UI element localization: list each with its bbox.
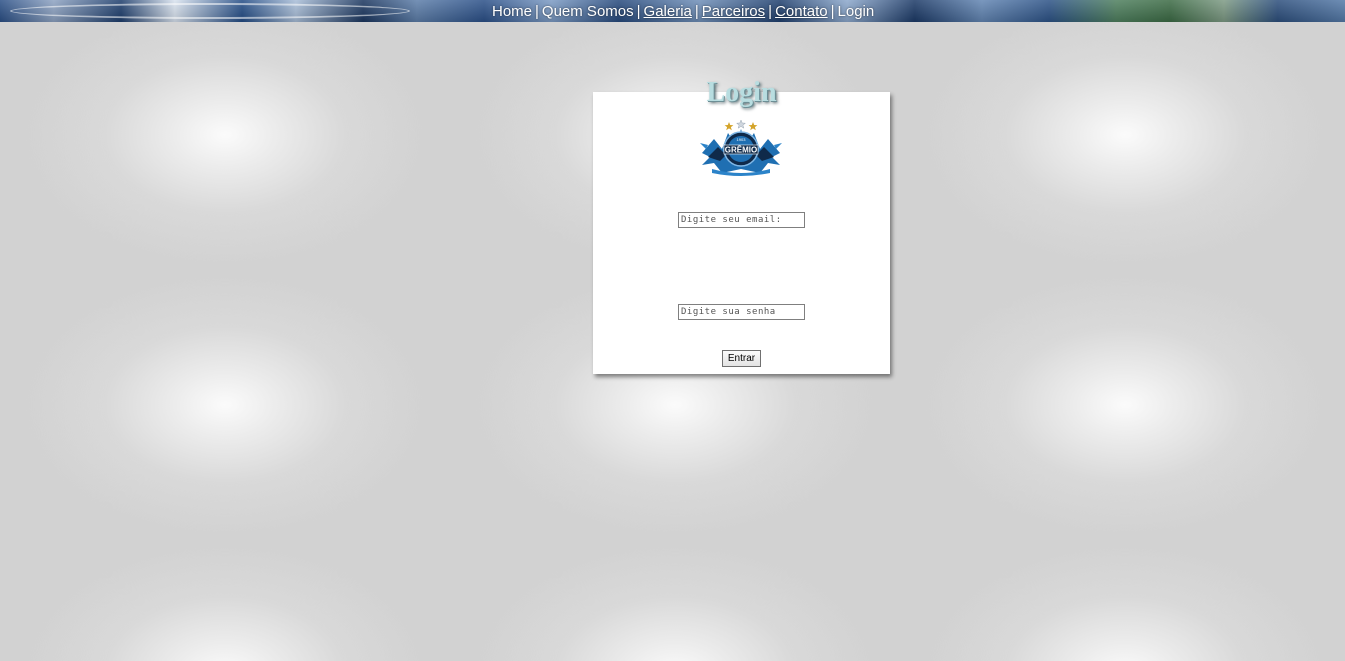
nav-quem-somos-link[interactable]: Quem Somos: [542, 3, 634, 20]
nav-home-link[interactable]: Home: [492, 3, 532, 20]
nav-separator: |: [535, 3, 539, 20]
gremio-logo: GRÊMIO 1903: [700, 119, 782, 176]
nav-separator: |: [694, 3, 699, 20]
login-title: Login: [706, 77, 777, 108]
star-icon: [748, 122, 758, 131]
nav-separator: |: [830, 3, 835, 20]
nav-separator: |: [768, 3, 773, 20]
password-input[interactable]: [678, 304, 805, 320]
submit-button[interactable]: Entrar: [722, 350, 761, 367]
star-icon: [735, 119, 747, 129]
nav-galeria-link[interactable]: Galeria: [644, 3, 692, 20]
logo-wordmark: GRÊMIO: [725, 146, 757, 155]
header-banner: Home | Quem Somos | Galeria | Parceiros | Contat…: [0, 0, 1345, 22]
nav-login-link[interactable]: Login: [838, 3, 875, 20]
email-input[interactable]: [678, 212, 805, 228]
main-nav: Home | Quem Somos | Galeria | Parceiros | Contat…: [492, 3, 874, 21]
nav-separator: |: [636, 3, 641, 20]
nav-contato-link[interactable]: Contato: [775, 3, 828, 20]
login-card: Login GRÊMIO 1903 Entrar: [593, 77, 890, 374]
nav-parceiros-link[interactable]: Parceiros: [702, 3, 765, 20]
banner-oval-graphic: [10, 3, 410, 19]
logo-year: 1903: [737, 137, 747, 142]
star-icon: [724, 122, 734, 131]
